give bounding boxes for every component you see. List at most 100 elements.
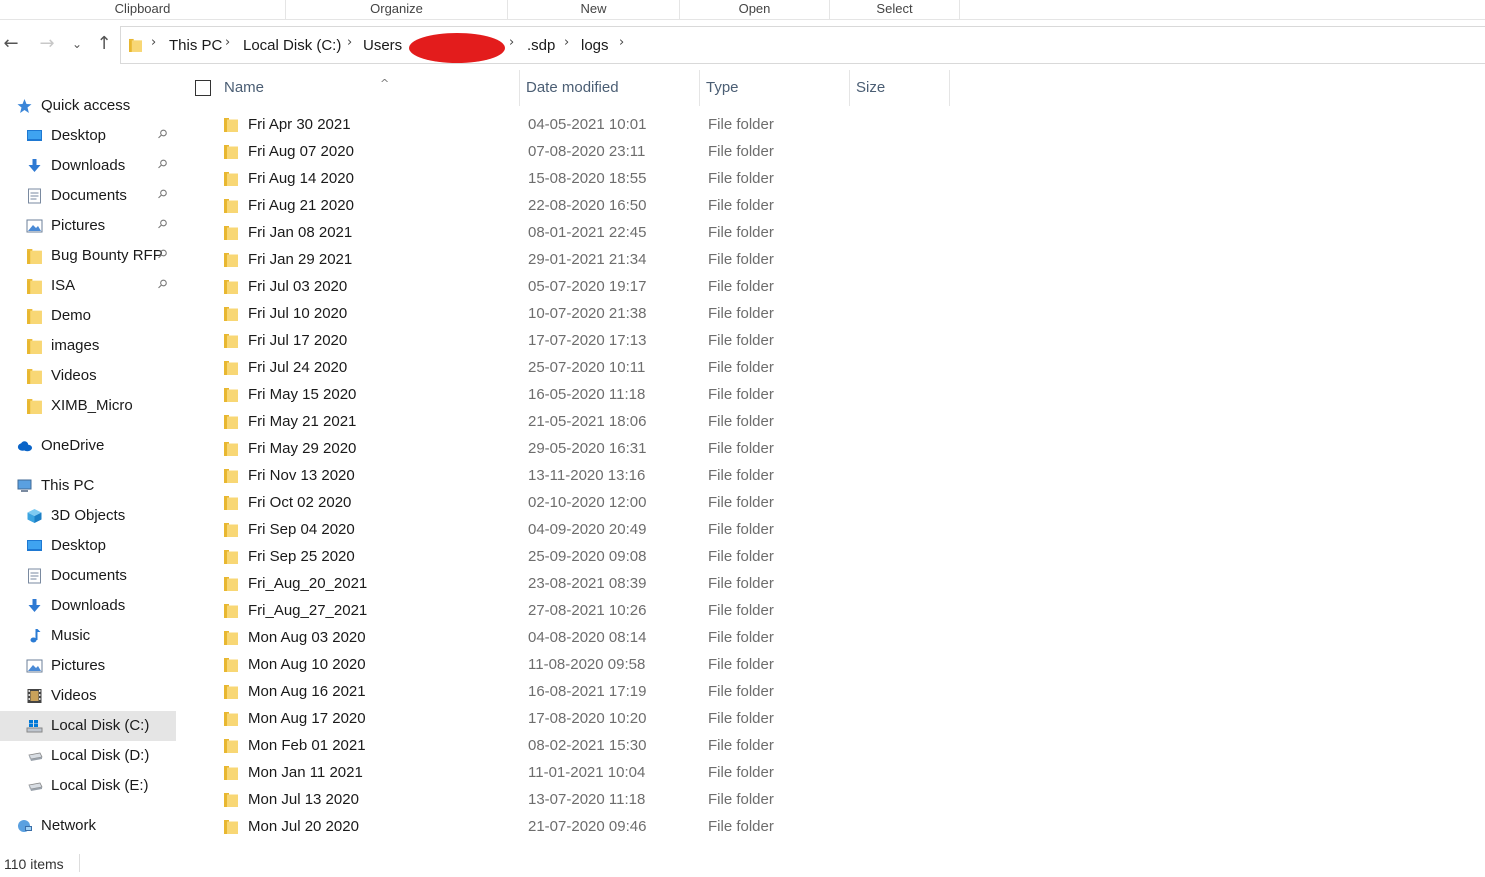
folder-icon	[224, 360, 238, 375]
sidebar-item-local-disk-d[interactable]: Local Disk (D:)	[0, 741, 176, 771]
sidebar-item-videos[interactable]: Videos	[0, 361, 176, 391]
sidebar-item-pictures[interactable]: Pictures	[0, 651, 176, 681]
breadcrumb-logs[interactable]: logs	[581, 37, 609, 54]
file-type: File folder	[708, 386, 774, 403]
table-row[interactable]: Fri Nov 13 2020 13-11-2020 13:16 File fold…	[190, 463, 952, 490]
sidebar-item-bug-bounty-rfp[interactable]: Bug Bounty RFP ⚲	[0, 241, 176, 271]
table-row[interactable]: Fri Aug 14 2020 15-08-2020 18:55 File fold…	[190, 166, 952, 193]
table-row[interactable]: Fri Sep 25 2020 25-09-2020 09:08 File fold…	[190, 544, 952, 571]
file-type: File folder	[708, 359, 774, 376]
table-row[interactable]: Mon Aug 16 2021 16-08-2021 17:19 File fold…	[190, 679, 952, 706]
table-row[interactable]: Mon Aug 03 2020 04-08-2020 08:14 File fold…	[190, 625, 952, 652]
sidebar-item-downloads[interactable]: Downloads	[0, 591, 176, 621]
folder-icon	[224, 711, 238, 726]
table-row[interactable]: Mon Jan 11 2021 11-01-2021 10:04 File fold…	[190, 760, 952, 787]
back-arrow-icon[interactable]: ←	[0, 32, 22, 58]
sidebar-item-isa[interactable]: ISA ⚲	[0, 271, 176, 301]
table-row[interactable]: Fri Aug 21 2020 22-08-2020 16:50 File fold…	[190, 193, 952, 220]
table-row[interactable]: Mon Aug 17 2020 17-08-2020 10:20 File fold…	[190, 706, 952, 733]
table-row[interactable]: Fri Aug 07 2020 07-08-2020 23:11 File fold…	[190, 139, 952, 166]
sidebar-item-3d-objects[interactable]: 3D Objects	[0, 501, 176, 531]
file-date-modified: 22-08-2020 16:50	[528, 197, 647, 214]
file-date-modified: 05-07-2020 19:17	[528, 278, 647, 295]
file-date-modified: 16-05-2020 11:18	[528, 386, 646, 403]
sidebar-item-network[interactable]: Network	[0, 811, 176, 841]
table-row[interactable]: Fri_Aug_27_2021 27-08-2021 10:26 File fold…	[190, 598, 952, 625]
drive-icon	[26, 748, 43, 764]
sidebar-item-demo[interactable]: Demo	[0, 301, 176, 331]
breadcrumb-local-disk-c[interactable]: Local Disk (C:)	[243, 37, 341, 54]
file-type: File folder	[708, 197, 774, 214]
table-row[interactable]: Fri Jan 08 2021 08-01-2021 22:45 File fold…	[190, 220, 952, 247]
file-type: File folder	[708, 791, 774, 808]
table-row[interactable]: Mon Aug 10 2020 11-08-2020 09:58 File fold…	[190, 652, 952, 679]
sidebar-item-onedrive[interactable]: OneDrive	[0, 431, 176, 461]
sidebar-item-this-pc[interactable]: This PC	[0, 471, 176, 501]
sidebar-item-label: Local Disk (D:)	[51, 747, 150, 764]
table-row[interactable]: Mon Jul 20 2020 21-07-2020 09:46 File fold…	[190, 814, 952, 841]
breadcrumb-chevron-icon[interactable]: ›	[619, 35, 624, 50]
column-header-type[interactable]: Type	[700, 70, 850, 106]
sidebar-item-desktop[interactable]: Desktop ⚲	[0, 121, 176, 151]
breadcrumb-chevron-icon[interactable]: ›	[509, 35, 514, 50]
sidebar-item-videos[interactable]: Videos	[0, 681, 176, 711]
sidebar-item-documents[interactable]: Documents ⚲	[0, 181, 176, 211]
windows-drive-icon	[26, 718, 43, 734]
sidebar-item-quick-access[interactable]: Quick access	[0, 91, 176, 121]
sidebar-item-documents[interactable]: Documents	[0, 561, 176, 591]
sidebar-item-label: Videos	[51, 367, 97, 384]
address-bar[interactable]: › This PC › Local Disk (C:) › Users › .sdp › logs…	[120, 26, 1485, 64]
breadcrumb-sdp[interactable]: .sdp	[527, 37, 555, 54]
sidebar-item-music[interactable]: Music	[0, 621, 176, 651]
table-row[interactable]: Fri Jul 10 2020 10-07-2020 21:38 File fold…	[190, 301, 952, 328]
table-row[interactable]: Mon Jul 13 2020 13-07-2020 11:18 File fold…	[190, 787, 952, 814]
sidebar-item-downloads[interactable]: Downloads ⚲	[0, 151, 176, 181]
column-header-name[interactable]: Name ^	[218, 70, 520, 106]
sidebar-item-desktop[interactable]: Desktop	[0, 531, 176, 561]
breadcrumb-chevron-icon[interactable]: ›	[225, 35, 230, 50]
table-row[interactable]: Fri_Aug_20_2021 23-08-2021 08:39 File fold…	[190, 571, 952, 598]
address-folder-icon	[129, 38, 142, 52]
file-type: File folder	[708, 440, 774, 457]
pin-icon: ⚲	[154, 155, 171, 173]
up-arrow-icon[interactable]: ↑	[93, 32, 115, 58]
table-row[interactable]: Fri Oct 02 2020 02-10-2020 12:00 File fold…	[190, 490, 952, 517]
file-name: Fri_Aug_20_2021	[248, 575, 368, 592]
table-row[interactable]: Fri May 15 2020 16-05-2020 11:18 File fold…	[190, 382, 952, 409]
column-header-date-modified[interactable]: Date modified	[520, 70, 700, 106]
table-row[interactable]: Fri May 29 2020 29-05-2020 16:31 File fold…	[190, 436, 952, 463]
forward-arrow-icon[interactable]: →	[36, 32, 58, 58]
column-header-date-label: Date modified	[526, 79, 619, 96]
folder-icon	[224, 738, 238, 753]
file-date-modified: 13-11-2020 13:16	[528, 467, 646, 484]
breadcrumb-users[interactable]: Users	[363, 37, 402, 54]
file-date-modified: 04-05-2021 10:01	[528, 116, 647, 133]
table-row[interactable]: Fri Jul 03 2020 05-07-2020 19:17 File fold…	[190, 274, 952, 301]
sidebar-item-label: Quick access	[41, 97, 131, 114]
breadcrumb-chevron-icon[interactable]: ›	[564, 35, 569, 50]
breadcrumb-chevron-icon[interactable]: ›	[151, 35, 156, 50]
table-row[interactable]: Fri Jul 17 2020 17-07-2020 17:13 File fold…	[190, 328, 952, 355]
file-date-modified: 17-07-2020 17:13	[528, 332, 647, 349]
file-type: File folder	[708, 332, 774, 349]
column-header-size[interactable]: Size	[850, 70, 950, 106]
table-row[interactable]: Fri Jul 24 2020 25-07-2020 10:11 File fold…	[190, 355, 952, 382]
breadcrumb-this-pc[interactable]: This PC	[169, 37, 222, 54]
table-row[interactable]: Mon Feb 01 2021 08-02-2021 15:30 File fold…	[190, 733, 952, 760]
sidebar-item-images[interactable]: images	[0, 331, 176, 361]
sidebar-item-local-disk-c[interactable]: Local Disk (C:)	[0, 711, 176, 741]
sidebar-item-local-disk-e[interactable]: Local Disk (E:)	[0, 771, 176, 801]
table-row[interactable]: Fri Apr 30 2021 04-05-2021 10:01 File fold…	[190, 112, 952, 139]
table-row[interactable]: Fri Sep 04 2020 04-09-2020 20:49 File fold…	[190, 517, 952, 544]
file-name: Fri Aug 21 2020	[248, 197, 354, 214]
select-all-checkbox[interactable]	[195, 80, 211, 96]
table-row[interactable]: Fri Jan 29 2021 29-01-2021 21:34 File fold…	[190, 247, 952, 274]
sidebar-item-ximb-micro[interactable]: XIMB_Micro	[0, 391, 176, 421]
table-row[interactable]: Fri May 21 2021 21-05-2021 18:06 File fold…	[190, 409, 952, 436]
sidebar-item-pictures[interactable]: Pictures ⚲	[0, 211, 176, 241]
sidebar-item-label: XIMB_Micro	[51, 397, 133, 414]
sidebar-item-label: Demo	[51, 307, 92, 324]
recent-locations-chevron-icon[interactable]: ⌄	[66, 32, 88, 58]
file-date-modified: 11-08-2020 09:58	[528, 656, 646, 673]
breadcrumb-chevron-icon[interactable]: ›	[347, 35, 352, 50]
